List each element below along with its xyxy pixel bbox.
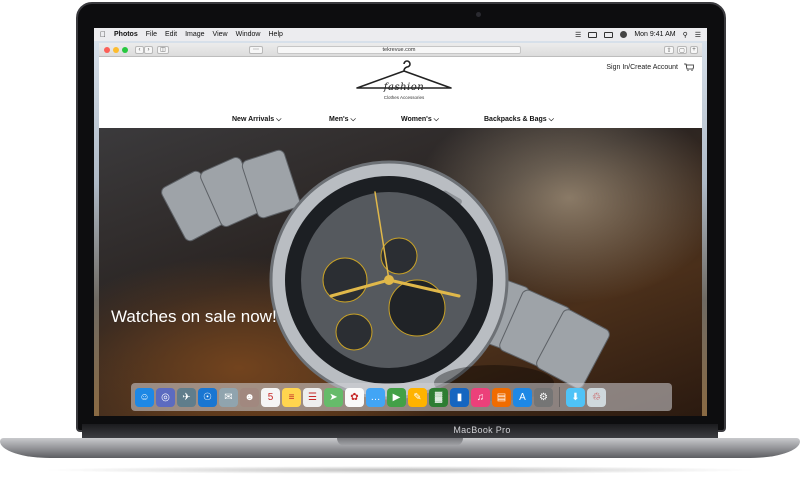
finder-icon[interactable]: ☺ [135,387,154,407]
hero-banner[interactable]: Watches on sale now! [99,128,702,416]
trash-icon[interactable]: ♲ [587,387,606,407]
messages-icon[interactable]: … [366,387,385,407]
notification-center-icon[interactable]: ☰ [695,31,701,39]
safari-icon[interactable]: ☉ [198,387,217,407]
back-icon[interactable]: ‹ [135,45,144,54]
nav-mens[interactable]: Men's ⌵ [329,116,356,124]
account-link[interactable]: Sign In/Create Account [606,64,678,71]
airplay-icon[interactable] [588,31,598,38]
wifi-icon[interactable]: ☰ [575,31,581,39]
menu-edit[interactable]: Edit [165,31,177,38]
hinge: MacBook Pro [82,424,718,438]
user-icon[interactable] [620,31,628,38]
calendar-icon[interactable]: 5 [261,387,280,407]
browser-window: ‹ › ◫ ⋯ tekrevue.com ⇧ ▢ + Sign In/Creat… [99,43,702,416]
menu-help[interactable]: Help [269,31,283,38]
menu-app-name[interactable]: Photos [114,31,138,38]
siri-icon[interactable]: ◎ [156,387,175,407]
maps-icon[interactable]: ➤ [324,387,343,407]
nav-womens[interactable]: Women's ⌵ [401,116,439,124]
url-text: tekrevue.com [382,47,416,53]
dock-separator [559,387,560,407]
watch-image [161,149,610,401]
clock[interactable]: Mon 9:41 AM [634,31,675,38]
contacts-icon[interactable]: ☻ [240,387,259,407]
facetime-icon[interactable]: ▶ [387,387,406,407]
mail-icon[interactable]: ✉ [219,387,238,407]
numbers-icon[interactable]: ▓ [429,387,448,407]
close-button[interactable] [104,46,110,53]
logo-tagline: Clothes Accessories [383,95,425,100]
battery-icon[interactable] [604,31,614,38]
browser-toolbar: ‹ › ◫ ⋯ tekrevue.com ⇧ ▢ + [99,43,702,57]
dock: ☺ ◎ ✈ ☉ ✉ ☻ 5 ≡ ☰ ➤ ✿… ▶ ✎ ▓ ▮ ♫ ▤ A ⚙ ⬇ ♲ [131,383,672,411]
downloads-folder-icon[interactable]: ⬇ [566,387,585,407]
share-icon[interactable]: ⇧ [664,46,674,54]
menu-bar:  Photos File Edit Image View Window Hel… [94,28,707,41]
forward-icon[interactable]: › [144,45,153,54]
address-bar[interactable]: tekrevue.com [277,46,521,54]
nav-backpacks-bags[interactable]: Backpacks & Bags ⌵ [484,116,554,124]
laptop-base: MacBook Pro [0,424,800,464]
logo-wordmark: fashion [383,82,425,93]
launchpad-icon[interactable]: ✈ [177,387,196,407]
device-label: MacBook Pro [453,425,511,435]
macbook-mockup:  Photos File Edit Image View Window Hel… [0,0,800,477]
keynote-icon[interactable]: ▮ [450,387,469,407]
tabs-icon[interactable]: ▢ [677,46,687,54]
reminders-icon[interactable]: ☰ [303,387,322,407]
drop-shadow [40,466,760,474]
menu-image[interactable]: Image [185,31,204,38]
menu-view[interactable]: View [213,31,228,38]
app-store-icon[interactable]: A [513,387,532,407]
apple-menu-icon[interactable]:  [100,30,106,39]
site-header: Sign In/Create Account fashion Clothes A… [99,58,702,128]
spotlight-icon[interactable]: ⚲ [683,31,688,39]
screen:  Photos File Edit Image View Window Hel… [94,28,707,416]
camera [476,12,481,17]
notes-icon[interactable]: ≡ [282,387,301,407]
more-icon[interactable]: ⋯ [249,45,263,54]
menu-file[interactable]: File [146,31,157,38]
system-preferences-icon[interactable]: ⚙ [534,387,553,407]
status-area: ☰ Mon 9:41 AM ⚲ ☰ [575,31,701,39]
cart-icon[interactable] [684,63,694,71]
hero-headline: Watches on sale now! [111,307,277,326]
minimize-button[interactable] [113,46,119,53]
main-nav: New Arrivals ⌵ Men's ⌵ Women's ⌵ Backpac… [99,114,702,126]
web-page: Sign In/Create Account fashion Clothes A… [99,58,702,416]
lid-notch [337,438,463,446]
sidebar-icon[interactable]: ◫ [157,45,169,54]
site-logo[interactable]: fashion Clothes Accessories [349,60,459,110]
new-tab-icon[interactable]: + [690,46,698,54]
pages-icon[interactable]: ✎ [408,387,427,407]
menu-window[interactable]: Window [236,31,261,38]
nav-new-arrivals[interactable]: New Arrivals ⌵ [232,116,281,124]
zoom-button[interactable] [122,46,128,53]
itunes-icon[interactable]: ♫ [471,387,490,407]
ibooks-icon[interactable]: ▤ [492,387,511,407]
photos-icon[interactable]: ✿ [345,387,364,407]
